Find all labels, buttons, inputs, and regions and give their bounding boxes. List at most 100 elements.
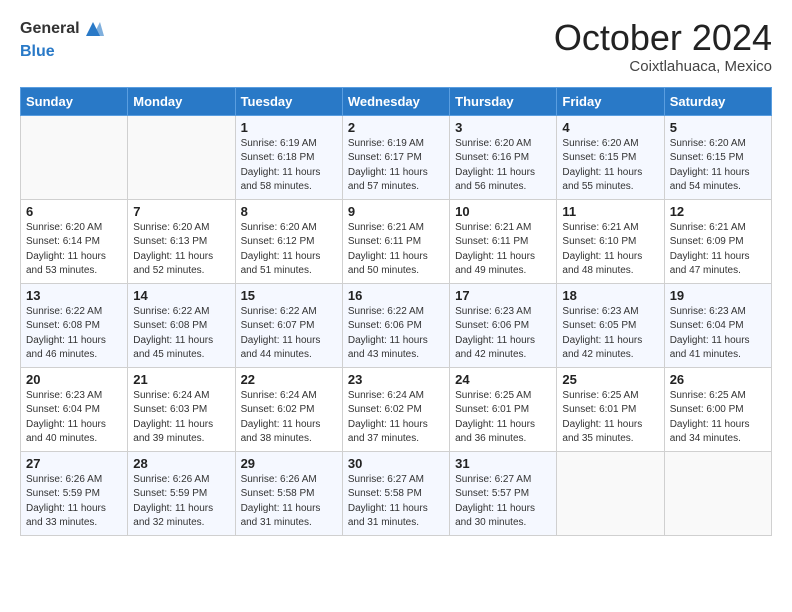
table-row: [21, 115, 128, 199]
day-info: Sunrise: 6:19 AMSunset: 6:17 PMDaylight:…: [348, 137, 444, 195]
day-number: 8: [241, 204, 337, 219]
day-number: 21: [133, 372, 229, 387]
day-info: Sunrise: 6:20 AMSunset: 6:15 PMDaylight:…: [670, 137, 766, 195]
day-number: 6: [26, 204, 122, 219]
day-number: 1: [241, 120, 337, 135]
day-info: Sunrise: 6:24 AMSunset: 6:02 PMDaylight:…: [241, 389, 337, 447]
table-row: 8 Sunrise: 6:20 AMSunset: 6:12 PMDaylight…: [235, 199, 342, 283]
day-info: Sunrise: 6:23 AMSunset: 6:04 PMDaylight:…: [670, 305, 766, 363]
day-info: Sunrise: 6:22 AMSunset: 6:07 PMDaylight:…: [241, 305, 337, 363]
calendar-week-row: 13 Sunrise: 6:22 AMSunset: 6:08 PMDayligh…: [21, 283, 772, 367]
day-info: Sunrise: 6:21 AMSunset: 6:09 PMDaylight:…: [670, 221, 766, 279]
day-number: 14: [133, 288, 229, 303]
page-container: General Blue October 2024 Coixtlahuaca, …: [0, 0, 792, 546]
table-row: 31 Sunrise: 6:27 AMSunset: 5:57 PMDayligh…: [450, 451, 557, 535]
table-row: 25 Sunrise: 6:25 AMSunset: 6:01 PMDayligh…: [557, 367, 664, 451]
table-row: 4 Sunrise: 6:20 AMSunset: 6:15 PMDaylight…: [557, 115, 664, 199]
day-number: 19: [670, 288, 766, 303]
day-number: 3: [455, 120, 551, 135]
table-row: 3 Sunrise: 6:20 AMSunset: 6:16 PMDaylight…: [450, 115, 557, 199]
day-number: 16: [348, 288, 444, 303]
day-number: 10: [455, 204, 551, 219]
table-row: 16 Sunrise: 6:22 AMSunset: 6:06 PMDayligh…: [342, 283, 449, 367]
logo-blue-text: Blue: [20, 43, 55, 60]
calendar-week-row: 27 Sunrise: 6:26 AMSunset: 5:59 PMDayligh…: [21, 451, 772, 535]
table-row: 5 Sunrise: 6:20 AMSunset: 6:15 PMDaylight…: [664, 115, 771, 199]
calendar-week-row: 1 Sunrise: 6:19 AMSunset: 6:18 PMDaylight…: [21, 115, 772, 199]
calendar-week-row: 6 Sunrise: 6:20 AMSunset: 6:14 PMDaylight…: [21, 199, 772, 283]
table-row: 21 Sunrise: 6:24 AMSunset: 6:03 PMDayligh…: [128, 367, 235, 451]
table-row: 7 Sunrise: 6:20 AMSunset: 6:13 PMDaylight…: [128, 199, 235, 283]
day-info: Sunrise: 6:25 AMSunset: 6:01 PMDaylight:…: [562, 389, 658, 447]
logo-general-text: General: [20, 20, 80, 38]
table-row: 19 Sunrise: 6:23 AMSunset: 6:04 PMDayligh…: [664, 283, 771, 367]
table-row: [557, 451, 664, 535]
day-info: Sunrise: 6:20 AMSunset: 6:14 PMDaylight:…: [26, 221, 122, 279]
day-info: Sunrise: 6:20 AMSunset: 6:13 PMDaylight:…: [133, 221, 229, 279]
day-number: 5: [670, 120, 766, 135]
day-number: 12: [670, 204, 766, 219]
table-row: 26Sunrise: 6:25 AMSunset: 6:00 PMDayligh…: [664, 367, 771, 451]
table-row: 17 Sunrise: 6:23 AMSunset: 6:06 PMDayligh…: [450, 283, 557, 367]
day-number: 17: [455, 288, 551, 303]
table-row: 1 Sunrise: 6:19 AMSunset: 6:18 PMDaylight…: [235, 115, 342, 199]
table-row: [664, 451, 771, 535]
table-row: 10 Sunrise: 6:21 AMSunset: 6:11 PMDayligh…: [450, 199, 557, 283]
day-info: Sunrise: 6:21 AMSunset: 6:11 PMDaylight:…: [455, 221, 551, 279]
header-friday: Friday: [557, 87, 664, 115]
day-number: 22: [241, 372, 337, 387]
table-row: 22 Sunrise: 6:24 AMSunset: 6:02 PMDayligh…: [235, 367, 342, 451]
table-row: [128, 115, 235, 199]
day-info: Sunrise: 6:19 AMSunset: 6:18 PMDaylight:…: [241, 137, 337, 195]
day-info: Sunrise: 6:22 AMSunset: 6:06 PMDaylight:…: [348, 305, 444, 363]
table-row: 6 Sunrise: 6:20 AMSunset: 6:14 PMDaylight…: [21, 199, 128, 283]
day-number: 9: [348, 204, 444, 219]
day-number: 4: [562, 120, 658, 135]
table-row: 2 Sunrise: 6:19 AMSunset: 6:17 PMDaylight…: [342, 115, 449, 199]
day-number: 18: [562, 288, 658, 303]
day-number: 23: [348, 372, 444, 387]
day-number: 2: [348, 120, 444, 135]
day-info: Sunrise: 6:23 AMSunset: 6:04 PMDaylight:…: [26, 389, 122, 447]
day-info: Sunrise: 6:26 AMSunset: 5:58 PMDaylight:…: [241, 473, 337, 531]
day-number: 13: [26, 288, 122, 303]
day-number: 25: [562, 372, 658, 387]
table-row: 20Sunrise: 6:23 AMSunset: 6:04 PMDayligh…: [21, 367, 128, 451]
calendar-header-row: Sunday Monday Tuesday Wednesday Thursday…: [21, 87, 772, 115]
calendar-table: Sunday Monday Tuesday Wednesday Thursday…: [20, 87, 772, 536]
day-info: Sunrise: 6:21 AMSunset: 6:11 PMDaylight:…: [348, 221, 444, 279]
table-row: 23Sunrise: 6:24 AMSunset: 6:02 PMDayligh…: [342, 367, 449, 451]
day-info: Sunrise: 6:25 AMSunset: 6:01 PMDaylight:…: [455, 389, 551, 447]
table-row: 13 Sunrise: 6:22 AMSunset: 6:08 PMDayligh…: [21, 283, 128, 367]
day-info: Sunrise: 6:26 AMSunset: 5:59 PMDaylight:…: [133, 473, 229, 531]
day-info: Sunrise: 6:20 AMSunset: 6:15 PMDaylight:…: [562, 137, 658, 195]
day-info: Sunrise: 6:20 AMSunset: 6:12 PMDaylight:…: [241, 221, 337, 279]
location: Coixtlahuaca, Mexico: [554, 58, 772, 75]
day-number: 7: [133, 204, 229, 219]
day-info: Sunrise: 6:25 AMSunset: 6:00 PMDaylight:…: [670, 389, 766, 447]
day-info: Sunrise: 6:24 AMSunset: 6:03 PMDaylight:…: [133, 389, 229, 447]
day-info: Sunrise: 6:26 AMSunset: 5:59 PMDaylight:…: [26, 473, 122, 531]
day-number: 28: [133, 456, 229, 471]
table-row: 24Sunrise: 6:25 AMSunset: 6:01 PMDayligh…: [450, 367, 557, 451]
day-number: 29: [241, 456, 337, 471]
header-sunday: Sunday: [21, 87, 128, 115]
table-row: 15Sunrise: 6:22 AMSunset: 6:07 PMDayligh…: [235, 283, 342, 367]
day-info: Sunrise: 6:27 AMSunset: 5:57 PMDaylight:…: [455, 473, 551, 531]
day-number: 27: [26, 456, 122, 471]
day-info: Sunrise: 6:20 AMSunset: 6:16 PMDaylight:…: [455, 137, 551, 195]
month-title: October 2024: [554, 18, 772, 58]
table-row: 28 Sunrise: 6:26 AMSunset: 5:59 PMDayligh…: [128, 451, 235, 535]
day-info: Sunrise: 6:22 AMSunset: 6:08 PMDaylight:…: [26, 305, 122, 363]
header-thursday: Thursday: [450, 87, 557, 115]
logo: General Blue: [20, 18, 104, 61]
day-info: Sunrise: 6:23 AMSunset: 6:06 PMDaylight:…: [455, 305, 551, 363]
header-wednesday: Wednesday: [342, 87, 449, 115]
table-row: 18Sunrise: 6:23 AMSunset: 6:05 PMDayligh…: [557, 283, 664, 367]
day-number: 11: [562, 204, 658, 219]
day-info: Sunrise: 6:21 AMSunset: 6:10 PMDaylight:…: [562, 221, 658, 279]
header: General Blue October 2024 Coixtlahuaca, …: [20, 18, 772, 75]
logo-icon: [82, 18, 104, 40]
header-monday: Monday: [128, 87, 235, 115]
day-number: 31: [455, 456, 551, 471]
